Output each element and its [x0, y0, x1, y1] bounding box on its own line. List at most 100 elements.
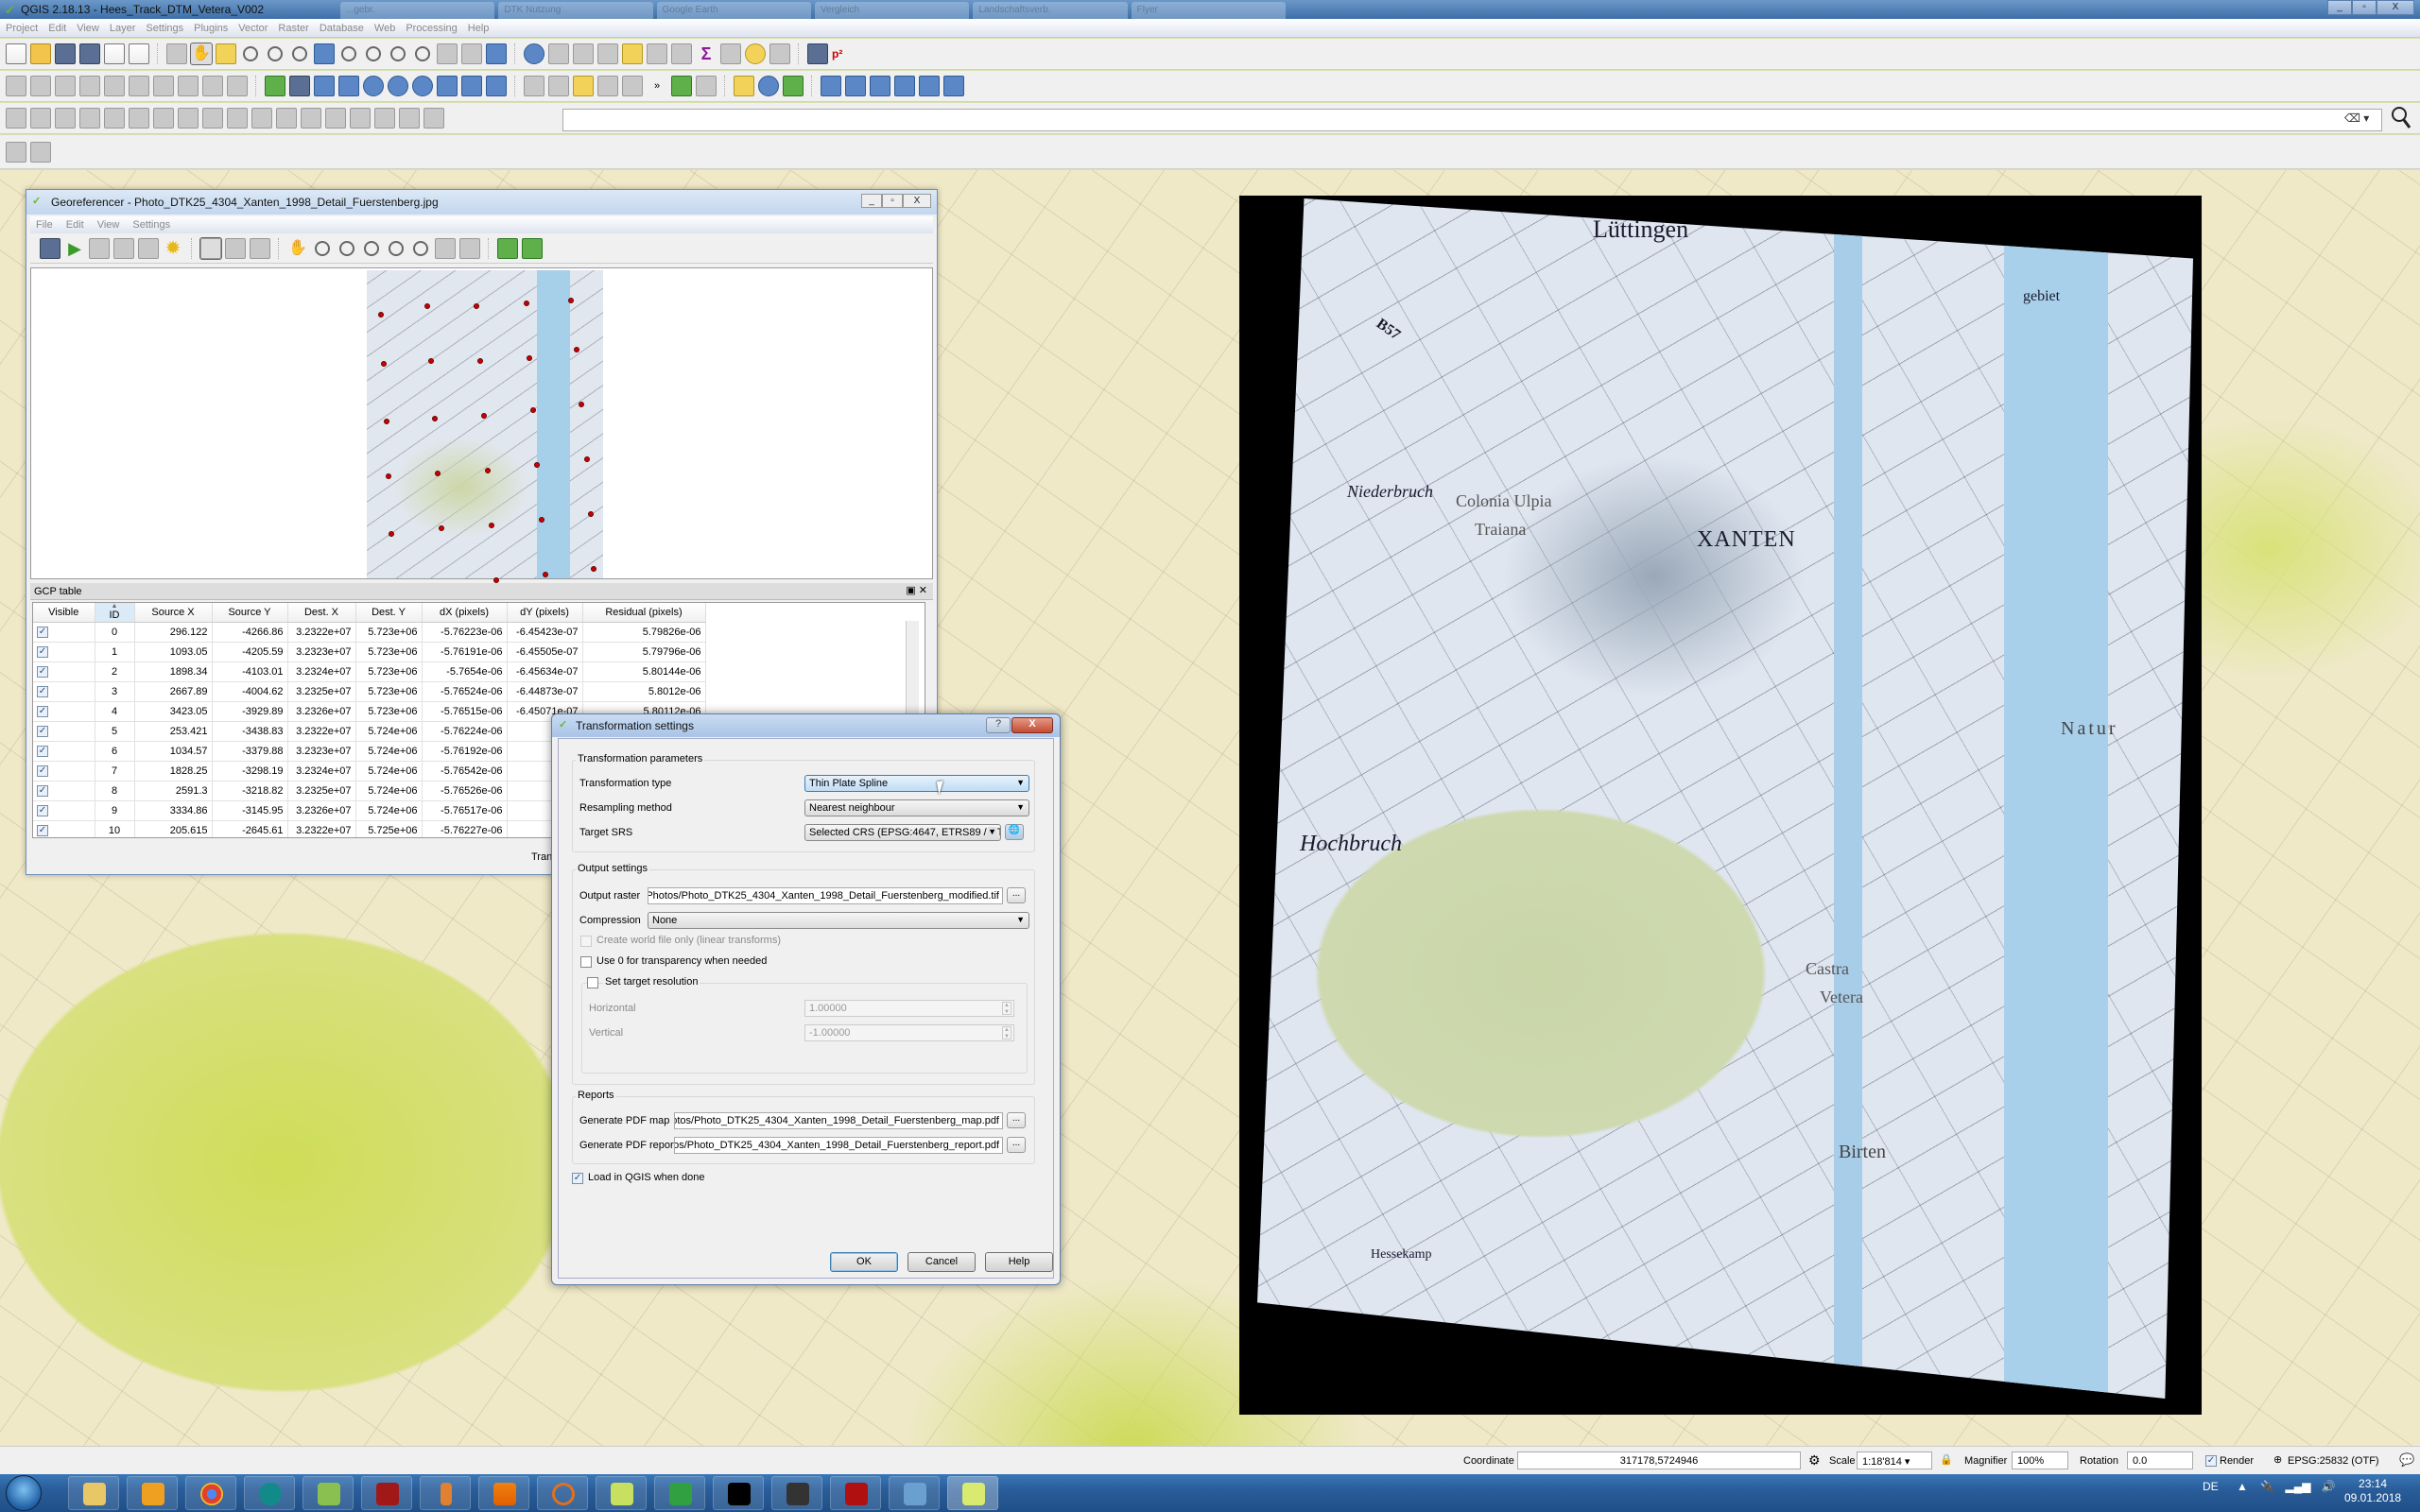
gcp-dest-y-cell[interactable]: 5.723e+06 — [355, 681, 423, 702]
gcp-dx-cell[interactable]: -5.76227e-06 — [422, 820, 508, 837]
move-gcp-point-icon[interactable] — [250, 237, 270, 259]
gcp-visible-cell[interactable]: ✓ — [33, 681, 95, 702]
save-as-icon[interactable] — [79, 43, 100, 64]
show-bookmarks-icon[interactable] — [461, 43, 482, 64]
taskbar-outlook[interactable] — [127, 1476, 178, 1510]
gcp-visible-checkbox[interactable]: ✓ — [37, 706, 48, 717]
menu-help[interactable]: Help — [468, 23, 490, 34]
georef-plugin-icon[interactable] — [821, 76, 841, 96]
touch-zoom-icon[interactable] — [166, 43, 187, 64]
gcp-visible-cell[interactable]: ✓ — [33, 622, 95, 643]
taskbar-resize-tool[interactable] — [420, 1476, 471, 1510]
georef-plugin-icon[interactable] — [845, 76, 866, 96]
gcp-visible-cell[interactable]: ✓ — [33, 820, 95, 837]
network-icon[interactable]: ▂▄▆ — [2286, 1480, 2311, 1493]
copy-features-icon[interactable] — [202, 76, 223, 96]
zoom-to-layer-icon[interactable] — [364, 240, 379, 256]
gcp-visible-checkbox[interactable]: ✓ — [37, 746, 48, 757]
gcp-table-row[interactable]: ✓ 2 1898.34 -4103.01 3.2324e+07 5.723e+06 -5.7… — [33, 662, 706, 682]
gcp-marker[interactable] — [389, 531, 394, 538]
georef-plugin-icon[interactable] — [943, 76, 964, 96]
zoom-out-icon[interactable] — [268, 46, 283, 61]
col-dx[interactable]: dX (pixels) — [422, 603, 508, 623]
gcp-dest-x-cell[interactable]: 3.2326e+07 — [287, 701, 356, 722]
add-point-icon[interactable] — [199, 236, 222, 260]
gcp-marker[interactable] — [538, 516, 544, 523]
show-labels-icon[interactable] — [573, 76, 594, 96]
cancel-button[interactable]: Cancel — [908, 1252, 976, 1272]
gcp-dest-y-cell[interactable]: 5.724e+06 — [355, 741, 423, 762]
gcp-marker[interactable] — [435, 471, 441, 477]
browser-tab[interactable]: Flyer — [1131, 2, 1286, 19]
gcp-dx-cell[interactable]: -5.76191e-06 — [422, 642, 508, 662]
add-vector-icon[interactable] — [265, 76, 285, 96]
add-wfs-icon[interactable] — [412, 76, 433, 96]
dialog-title-bar[interactable]: ✓ Transformation settings — [552, 714, 1060, 737]
node-tool-icon[interactable] — [129, 76, 149, 96]
restore-button[interactable]: ▫ — [2352, 0, 2377, 15]
gcp-marker[interactable] — [427, 358, 434, 365]
gcp-source-y-cell[interactable]: -2645.61 — [212, 820, 288, 837]
gcp-dy-cell[interactable]: -6.44873e-07 — [507, 681, 583, 702]
pan-hand-icon[interactable]: ✋ — [287, 238, 308, 259]
scale-lock-icon[interactable]: 🔒 — [1940, 1453, 1953, 1466]
gcp-dest-y-cell[interactable]: 5.724e+06 — [355, 721, 423, 742]
menu-vector[interactable]: Vector — [238, 23, 268, 34]
cut-features-icon[interactable] — [178, 76, 199, 96]
gcp-visible-cell[interactable]: ✓ — [33, 800, 95, 821]
add-part-icon[interactable] — [178, 108, 199, 129]
transparency-checkbox[interactable] — [580, 956, 592, 968]
browser-tab[interactable]: Landschaftsverb. — [973, 2, 1128, 19]
gcp-marker[interactable] — [484, 468, 491, 474]
gcp-source-y-cell[interactable]: -3218.82 — [212, 781, 288, 801]
power-icon[interactable]: 🔌 — [2260, 1480, 2274, 1493]
add-raster-icon[interactable] — [289, 76, 310, 96]
georef-menu-edit[interactable]: Edit — [66, 219, 84, 231]
gcp-dx-cell[interactable]: -5.7654e-06 — [422, 662, 508, 682]
col-source-x[interactable]: Source X — [134, 603, 213, 623]
gcp-dy-cell[interactable]: -6.45423e-07 — [507, 622, 583, 643]
taskbar-console[interactable] — [771, 1476, 822, 1510]
browser-tab[interactable]: Google Earth — [656, 2, 811, 19]
pan-hand-icon[interactable]: ✋ — [190, 43, 213, 65]
new-project-icon[interactable] — [6, 43, 26, 64]
generate-gdal-script-icon[interactable] — [89, 237, 110, 259]
measure-tool-icon[interactable] — [548, 43, 569, 64]
gcp-source-x-cell[interactable]: 1898.34 — [134, 662, 213, 682]
zoom-in-icon[interactable] — [243, 46, 258, 61]
zoom-native-icon[interactable] — [292, 46, 307, 61]
gcp-dest-y-cell[interactable]: 5.723e+06 — [355, 622, 423, 643]
taskbar-paint64[interactable] — [361, 1476, 412, 1510]
col-dy[interactable]: dY (pixels) — [507, 603, 583, 623]
gcp-dest-y-cell[interactable]: 5.724e+06 — [355, 761, 423, 782]
gcp-dest-x-cell[interactable]: 3.2326e+07 — [287, 800, 356, 821]
attribute-table-icon[interactable] — [647, 43, 667, 64]
add-wcs-icon[interactable] — [388, 76, 408, 96]
taskbar-task-manager[interactable] — [654, 1476, 705, 1510]
start-button[interactable] — [6, 1475, 42, 1511]
zoom-next-icon[interactable] — [415, 46, 430, 61]
gcp-dest-y-cell[interactable]: 5.725e+06 — [355, 820, 423, 837]
target-srs-select[interactable]: Selected CRS (EPSG:4647, ETRS89 / UTM ▼ — [804, 824, 1001, 841]
taskbar-vlc[interactable] — [478, 1476, 529, 1510]
gcp-visible-checkbox[interactable]: ✓ — [37, 627, 48, 638]
python-console-icon[interactable] — [734, 76, 754, 96]
georef-menu-file[interactable]: File — [36, 219, 53, 231]
coordinate-field[interactable]: 317178,5724946 — [1517, 1452, 1801, 1469]
gcp-marker[interactable] — [543, 571, 549, 577]
gcp-dx-cell[interactable]: -5.76224e-06 — [422, 721, 508, 742]
label-tool-icon[interactable] — [524, 76, 544, 96]
undo-icon[interactable] — [55, 108, 76, 129]
gcp-dest-y-cell[interactable]: 5.724e+06 — [355, 800, 423, 821]
show-hidden-icons-icon[interactable]: ▲ — [2237, 1480, 2248, 1493]
menu-edit[interactable]: Edit — [48, 23, 66, 34]
col-dest-y[interactable]: Dest. Y — [355, 603, 423, 623]
fill-ring-icon[interactable] — [202, 108, 223, 129]
dialog-help-button[interactable]: ? — [986, 717, 1011, 733]
col-id[interactable]: ▲ ID — [95, 603, 135, 623]
composer-manager-icon[interactable] — [129, 43, 149, 64]
save-edits-icon[interactable] — [55, 76, 76, 96]
gcp-dy-cell[interactable]: -6.45505e-07 — [507, 642, 583, 662]
add-ring-icon[interactable] — [153, 108, 174, 129]
gcp-source-x-cell[interactable]: 3423.05 — [134, 701, 213, 722]
